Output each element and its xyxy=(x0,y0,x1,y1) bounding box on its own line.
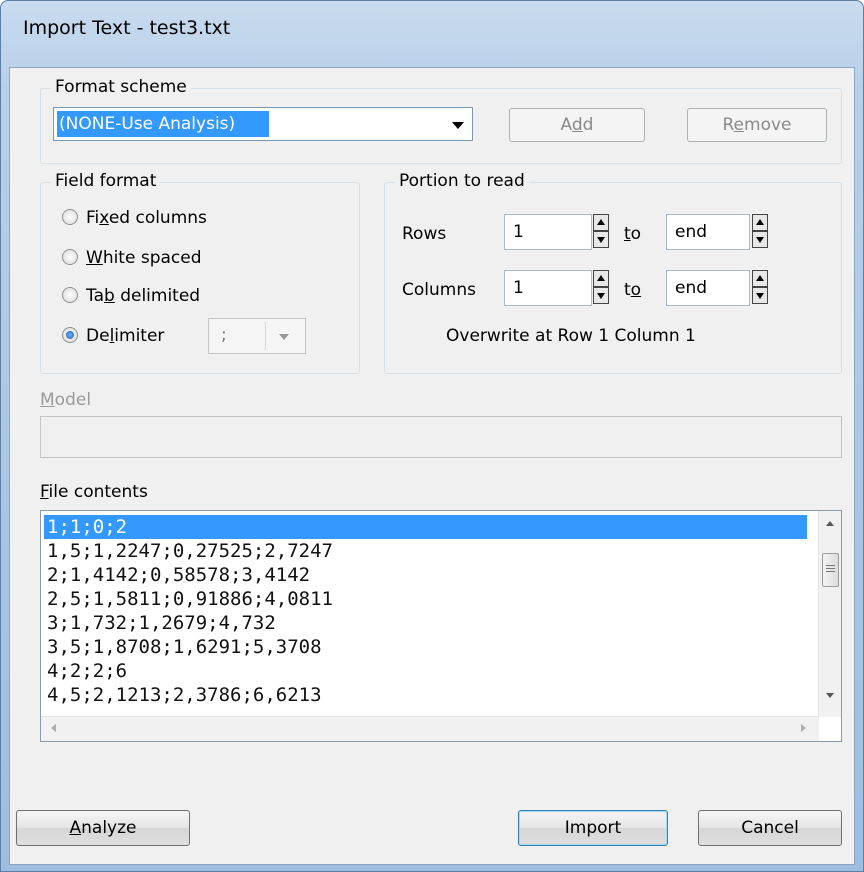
rows-from-spinner[interactable] xyxy=(593,214,609,250)
format-scheme-selected-value: (NONE-Use Analysis) xyxy=(57,111,269,137)
format-scheme-group: Format scheme (NONE-Use Analysis) Add Re… xyxy=(40,77,842,164)
rows-to-spinner[interactable] xyxy=(752,214,768,250)
remove-button[interactable]: Remove xyxy=(687,108,827,142)
model-field xyxy=(40,416,842,458)
format-scheme-dropdown[interactable]: (NONE-Use Analysis) xyxy=(53,107,473,141)
list-item[interactable]: 3;1,732;1,2679;4,732 xyxy=(44,611,807,635)
rows-label: Rows xyxy=(402,224,447,244)
list-item[interactable]: 4;2;2;6 xyxy=(44,659,807,683)
overwrite-status-text: Overwrite at Row 1 Column 1 xyxy=(446,326,696,346)
vertical-scrollbar[interactable] xyxy=(818,511,841,717)
spin-down-icon xyxy=(752,287,768,304)
list-item[interactable]: 1;1;0;2 xyxy=(44,515,807,539)
list-item[interactable]: 4,5;2,1213;2,3786;6,6213 xyxy=(44,683,807,707)
field-format-label: Field format xyxy=(51,171,161,191)
format-scheme-label: Format scheme xyxy=(51,77,191,97)
spin-up-icon xyxy=(593,214,609,231)
horizontal-scrollbar[interactable] xyxy=(41,716,819,741)
list-item[interactable]: 2,5;1,5811;0,91886;4,0811 xyxy=(44,587,807,611)
spin-up-icon xyxy=(752,214,768,231)
window-title: Import Text - test3.txt xyxy=(23,17,231,39)
chevron-down-icon[interactable] xyxy=(279,334,289,340)
spin-up-icon xyxy=(752,270,768,287)
file-contents-label: File contents xyxy=(40,482,148,502)
columns-to-input[interactable]: end xyxy=(666,270,750,306)
radio-button-selected[interactable] xyxy=(62,327,78,343)
radio-button[interactable] xyxy=(62,209,78,225)
list-item[interactable]: 1,5;1,2247;0,27525;2,7247 xyxy=(44,539,807,563)
rows-to-label: to xyxy=(624,224,642,244)
portion-to-read-label: Portion to read xyxy=(395,171,529,191)
analyze-button[interactable]: Analyze xyxy=(16,810,190,846)
spin-down-icon xyxy=(752,231,768,248)
cancel-button[interactable]: Cancel xyxy=(698,810,842,846)
list-item[interactable]: 2;1,4142;0,58578;3,4142 xyxy=(44,563,807,587)
scroll-down-icon[interactable] xyxy=(826,693,834,698)
rows-from-input[interactable]: 1 xyxy=(504,214,592,250)
columns-from-spinner[interactable] xyxy=(593,270,609,306)
model-label: Model xyxy=(40,390,92,410)
columns-to-spinner[interactable] xyxy=(752,270,768,306)
spin-down-icon xyxy=(593,231,609,248)
chevron-down-icon[interactable] xyxy=(452,122,464,129)
scroll-up-icon[interactable] xyxy=(826,521,834,526)
import-button[interactable]: Import xyxy=(518,810,668,846)
columns-label: Columns xyxy=(402,280,476,300)
delimiter-value: ; xyxy=(221,325,227,345)
spin-down-icon xyxy=(593,287,609,304)
rows-to-input[interactable]: end xyxy=(666,214,750,250)
delimiter-dropdown[interactable]: ; xyxy=(208,318,306,354)
add-button[interactable]: Add xyxy=(509,108,645,142)
dialog-window: Import Text - test3.txt Format scheme (N… xyxy=(0,0,864,872)
columns-to-label: to xyxy=(624,280,642,300)
radio-button[interactable] xyxy=(62,287,78,303)
scroll-right-icon[interactable] xyxy=(801,724,806,732)
list-item[interactable]: 3,5;1,8708;1,6291;5,3708 xyxy=(44,635,807,659)
radio-button[interactable] xyxy=(62,249,78,265)
columns-from-input[interactable]: 1 xyxy=(504,270,592,306)
scroll-left-icon[interactable] xyxy=(51,724,56,732)
dialog-client-area: Format scheme (NONE-Use Analysis) Add Re… xyxy=(9,67,855,865)
file-contents-list[interactable]: 1;1;0;2 1,5;1,2247;0,27525;2,7247 2;1,41… xyxy=(40,510,842,742)
scrollbar-thumb[interactable] xyxy=(822,553,839,587)
spin-up-icon xyxy=(593,270,609,287)
